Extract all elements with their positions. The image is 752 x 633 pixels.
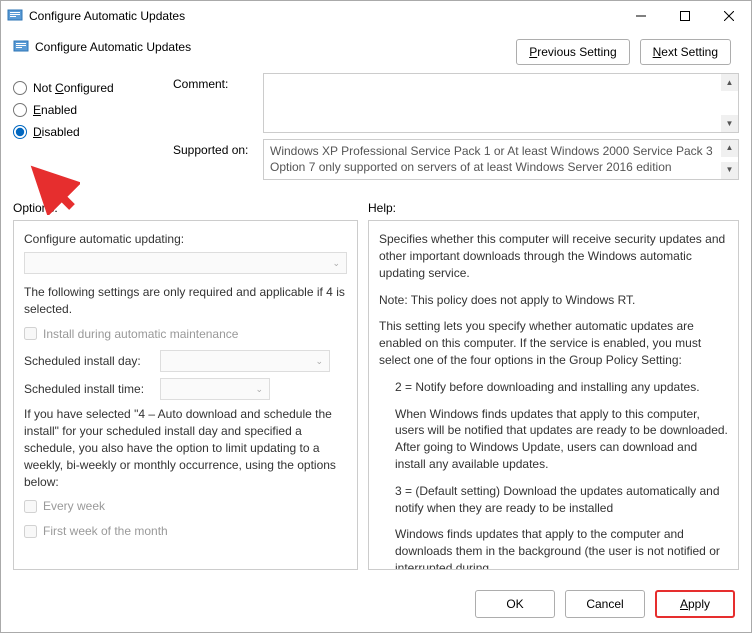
options-panel: Configure automatic updating: ⌄ The foll… (13, 220, 358, 570)
ok-button[interactable]: OK (475, 590, 555, 618)
annotation-arrow (30, 165, 80, 218)
radio-enabled-input[interactable] (13, 103, 27, 117)
settings-row: Not Configured Enabled Disabled Comment:… (1, 73, 751, 191)
titlebar: Configure Automatic Updates (1, 1, 751, 31)
scroll-down-icon[interactable]: ▼ (721, 115, 738, 132)
radio-not-configured-input[interactable] (13, 81, 27, 95)
comment-label: Comment: (173, 73, 253, 133)
help-paragraph: Specifies whether this computer will rec… (379, 231, 728, 281)
policy-title: Configure Automatic Updates (35, 40, 191, 54)
previous-setting-button[interactable]: Previous Setting (516, 39, 629, 65)
help-paragraph: 3 = (Default setting) Download the updat… (379, 483, 728, 517)
supported-on-text: Windows XP Professional Service Pack 1 o… (263, 139, 739, 180)
maximize-button[interactable] (663, 1, 707, 31)
scroll-up-icon[interactable]: ▲ (721, 74, 738, 91)
install-maintenance-checkbox[interactable]: Install during automatic maintenance (24, 326, 347, 343)
header-row: Configure Automatic Updates Previous Set… (1, 31, 751, 73)
radio-enabled[interactable]: Enabled (13, 103, 153, 117)
comment-textarea[interactable]: ▲ ▼ (263, 73, 739, 133)
help-label: Help: (368, 201, 396, 215)
options-note: The following settings are only required… (24, 284, 347, 318)
policy-icon (13, 39, 29, 55)
radio-disabled-input[interactable] (13, 125, 27, 139)
schedule-note: If you have selected "4 – Auto download … (24, 406, 347, 490)
first-week-checkbox[interactable]: First week of the month (24, 523, 347, 540)
radio-disabled[interactable]: Disabled (13, 125, 153, 139)
sched-day-combo[interactable]: ⌄ (160, 350, 330, 372)
scroll-up-icon[interactable]: ▲ (721, 140, 738, 157)
footer: OK Cancel Apply (1, 580, 751, 632)
help-paragraph: 2 = Notify before downloading and instal… (379, 379, 728, 396)
sched-day-label: Scheduled install day: (24, 353, 154, 370)
supported-label: Supported on: (173, 139, 253, 180)
cancel-button[interactable]: Cancel (565, 590, 645, 618)
sched-time-label: Scheduled install time: (24, 381, 154, 398)
configure-updating-label: Configure automatic updating: (24, 231, 347, 248)
sched-time-combo[interactable]: ⌄ (160, 378, 270, 400)
window-title: Configure Automatic Updates (29, 9, 619, 23)
panels-header: Options: Help: (1, 191, 751, 220)
window-controls (619, 1, 751, 31)
help-paragraph: When Windows finds updates that apply to… (379, 406, 728, 473)
help-panel: Specifies whether this computer will rec… (368, 220, 739, 570)
next-setting-button[interactable]: Next Setting (640, 39, 731, 65)
help-paragraph: Windows finds updates that apply to the … (379, 526, 728, 570)
app-icon (7, 8, 23, 24)
every-week-checkbox[interactable]: Every week (24, 498, 347, 515)
scroll-down-icon[interactable]: ▼ (721, 162, 738, 179)
close-button[interactable] (707, 1, 751, 31)
configure-updating-combo[interactable]: ⌄ (24, 252, 347, 274)
help-paragraph: This setting lets you specify whether au… (379, 318, 728, 368)
apply-button[interactable]: Apply (655, 590, 735, 618)
panels: Configure automatic updating: ⌄ The foll… (1, 220, 751, 580)
minimize-button[interactable] (619, 1, 663, 31)
help-paragraph: Note: This policy does not apply to Wind… (379, 292, 728, 309)
radio-not-configured[interactable]: Not Configured (13, 81, 153, 95)
